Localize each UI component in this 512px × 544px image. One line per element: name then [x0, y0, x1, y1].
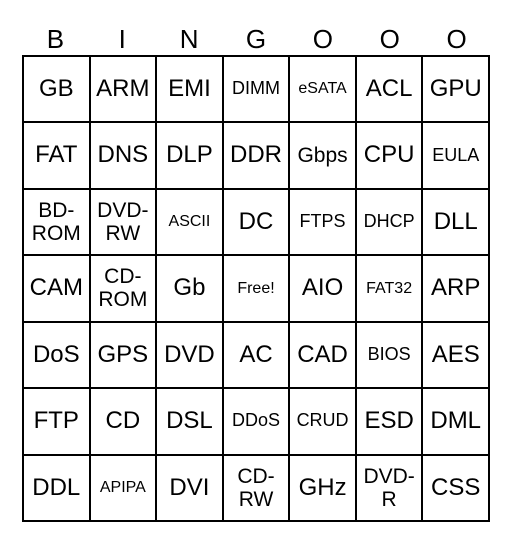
- bingo-cell[interactable]: DoS: [23, 321, 90, 389]
- header-letter: I: [118, 24, 126, 54]
- bingo-cell[interactable]: DC: [222, 188, 290, 256]
- bingo-cell[interactable]: ARP: [422, 255, 489, 322]
- header-letter: O: [312, 24, 333, 54]
- bingo-cell[interactable]: DHCP: [355, 188, 423, 256]
- bingo-cell[interactable]: EMI: [156, 56, 223, 123]
- bingo-cell[interactable]: FAT: [23, 122, 90, 189]
- bingo-cell[interactable]: DIMM: [222, 56, 290, 123]
- bingo-cell[interactable]: CD- RW: [222, 454, 290, 521]
- bingo-cell[interactable]: GPU: [422, 56, 489, 123]
- bingo-cell[interactable]: CAD: [289, 321, 356, 389]
- bingo-cell[interactable]: DSL: [156, 388, 223, 455]
- bingo-cell[interactable]: DML: [422, 388, 489, 455]
- bingo-cell[interactable]: ACL: [355, 56, 423, 123]
- bingo-cell[interactable]: AES: [422, 321, 489, 389]
- bingo-header: B I N G O O O: [22, 22, 490, 56]
- bingo-cell[interactable]: CPU: [355, 122, 423, 189]
- bingo-cell[interactable]: DLL: [422, 188, 489, 256]
- bingo-cell[interactable]: ASCII: [156, 188, 223, 256]
- bingo-cell[interactable]: DDL: [23, 454, 90, 521]
- bingo-cell[interactable]: AIO: [289, 255, 356, 322]
- bingo-cell[interactable]: BIOS: [355, 321, 423, 389]
- bingo-cell[interactable]: DDR: [222, 122, 290, 189]
- header-letter: G: [245, 24, 267, 54]
- bingo-cell[interactable]: CAM: [23, 255, 90, 322]
- bingo-cell[interactable]: DVD- R: [355, 454, 423, 521]
- bingo-cell[interactable]: FTPS: [289, 188, 356, 256]
- bingo-cell[interactable]: GB: [23, 56, 90, 123]
- bingo-cell[interactable]: AC: [222, 321, 290, 389]
- bingo-cell[interactable]: DDoS: [222, 388, 290, 455]
- bingo-cell[interactable]: APIPA: [89, 454, 157, 521]
- bingo-cell[interactable]: Gbps: [289, 122, 356, 189]
- bingo-cell[interactable]: FAT32: [355, 255, 423, 322]
- bingo-cell[interactable]: EULA: [422, 122, 489, 189]
- free-space-cell[interactable]: Free!: [222, 255, 290, 322]
- bingo-cell[interactable]: DVD: [156, 321, 223, 389]
- bingo-cell[interactable]: CRUD: [289, 388, 356, 455]
- bingo-cell[interactable]: ARM: [89, 56, 157, 123]
- bingo-cell[interactable]: DVD- RW: [89, 188, 157, 256]
- bingo-cell[interactable]: DVI: [156, 454, 223, 521]
- header-letter: B: [46, 24, 65, 54]
- bingo-cell[interactable]: Gb: [156, 255, 223, 322]
- bingo-cell[interactable]: FTP: [23, 388, 90, 455]
- header-letter: N: [179, 24, 199, 54]
- header-letter: O: [379, 24, 400, 54]
- bingo-cell[interactable]: CD- ROM: [89, 255, 157, 322]
- bingo-cell[interactable]: CSS: [422, 454, 489, 521]
- bingo-cell[interactable]: CD: [89, 388, 157, 455]
- bingo-cell[interactable]: BD- ROM: [23, 188, 90, 256]
- bingo-cell[interactable]: eSATA: [289, 56, 356, 123]
- bingo-cell[interactable]: ESD: [355, 388, 423, 455]
- bingo-cell[interactable]: GHz: [289, 454, 356, 521]
- bingo-cell[interactable]: DNS: [89, 122, 157, 189]
- bingo-cell[interactable]: GPS: [89, 321, 157, 389]
- bingo-cell[interactable]: DLP: [156, 122, 223, 189]
- bingo-grid: GB ARM EMI DIMM eSATA ACL GPU FAT DNS DLP DDR Gbps C…: [22, 55, 490, 522]
- header-letter: O: [446, 24, 467, 54]
